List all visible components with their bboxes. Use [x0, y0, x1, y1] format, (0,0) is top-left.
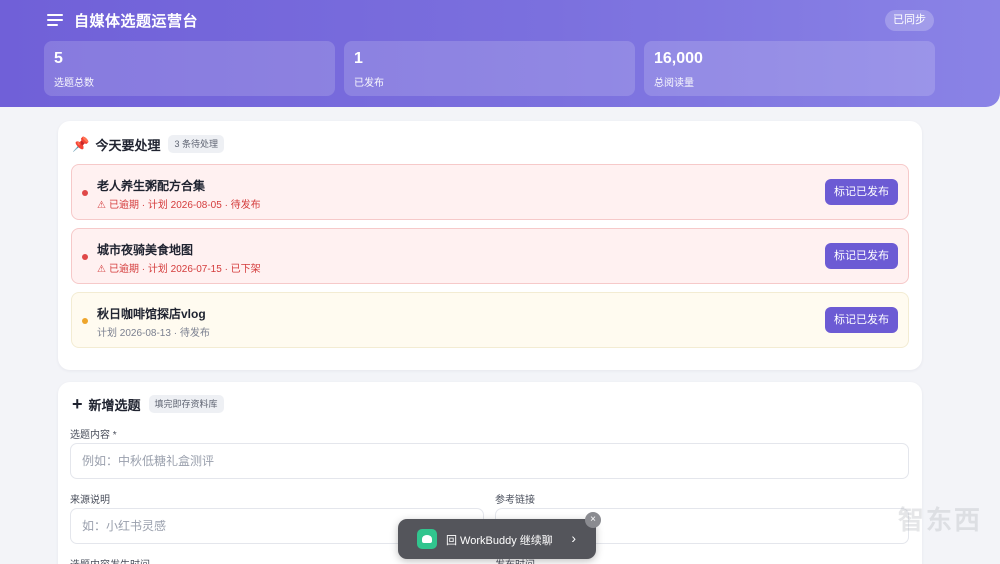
topic-content-input[interactable] — [70, 443, 909, 479]
mark-published-button[interactable]: 标记已发布 — [825, 307, 898, 333]
pending-count-badge: 3 条待处理 — [168, 135, 224, 153]
stat-card-reads: 16,000 总阅读量 — [644, 41, 935, 96]
stat-card-total: 5 选题总数 — [44, 41, 335, 96]
mark-published-button[interactable]: 标记已发布 — [825, 243, 898, 269]
stat-value: 16,000 — [654, 50, 703, 67]
warning-icon: ⚠ — [97, 200, 106, 211]
stat-card-published: 1 已发布 — [344, 41, 635, 96]
task-plan: 计划 2026-07-15 · 已下架 — [147, 264, 261, 275]
link-label: 参考链接 — [495, 495, 535, 506]
task-title: 老人养生粥配方合集 — [97, 179, 206, 193]
header-banner: 自媒体选题运营台 已同步 5 选题总数 1 已发布 16,000 总阅读量 — [0, 0, 1000, 107]
sync-status-badge: 已同步 — [885, 10, 934, 31]
pin-icon: 📌 — [72, 136, 90, 152]
task-item: 城市夜骑美食地图 ⚠ 已逾期 · 计划 2026-07-15 · 已下架 标记已发… — [71, 228, 909, 284]
plus-icon: + — [72, 394, 83, 414]
chevron-right-icon: › — [571, 530, 576, 546]
today-card-header: 📌 今天要处理 3 条待处理 — [72, 134, 224, 154]
workbuddy-logo-icon — [417, 529, 437, 549]
task-plan: 计划 2026-08-05 · 待发布 — [147, 200, 261, 211]
time-label: 选题内容发生时间 — [70, 556, 150, 564]
workbuddy-toast[interactable]: 回 WorkBuddy 继续聊 › — [398, 519, 596, 559]
source-label: 来源说明 — [70, 495, 110, 506]
task-title: 城市夜骑美食地图 — [97, 243, 194, 257]
stat-label: 已发布 — [354, 78, 384, 89]
task-meta: ⚠ 已逾期 · 计划 2026-08-05 · 待发布 — [97, 200, 261, 211]
mark-published-button[interactable]: 标记已发布 — [825, 179, 898, 205]
today-card: 📌 今天要处理 3 条待处理 老人养生粥配方合集 ⚠ 已逾期 · 计划 2026-… — [58, 121, 922, 370]
stat-label: 总阅读量 — [654, 78, 694, 89]
toast-text: 回 WorkBuddy 继续聊 — [446, 535, 553, 547]
stat-value: 5 — [54, 50, 63, 67]
today-title: 今天要处理 — [95, 137, 161, 153]
task-meta: ⚠ 已逾期 · 计划 2026-07-15 · 已下架 — [97, 264, 261, 275]
new-topic-title: 新增选题 — [88, 397, 141, 413]
task-title: 秋日咖啡馆探店vlog — [97, 307, 206, 321]
status-dot — [82, 190, 88, 196]
stat-label: 选题总数 — [54, 78, 94, 89]
task-item: 秋日咖啡馆探店vlog 计划 2026-08-13 · 待发布 标记已发布 — [71, 292, 909, 348]
warning-icon: ⚠ — [97, 264, 106, 275]
toast-close-icon[interactable]: × — [585, 512, 601, 528]
menu-icon[interactable] — [47, 14, 63, 26]
status-dot — [82, 318, 88, 324]
overdue-label: 已逾期 — [108, 264, 139, 275]
app-title: 自媒体选题运营台 — [74, 13, 199, 30]
task-plan: 计划 2026-08-13 · 待发布 — [97, 328, 210, 339]
status-dot — [82, 254, 88, 260]
content-label: 选题内容 * — [70, 430, 117, 441]
task-item: 老人养生粥配方合集 ⚠ 已逾期 · 计划 2026-08-05 · 待发布 标记已… — [71, 164, 909, 220]
new-topic-hint: 填完即存资料库 — [148, 395, 224, 413]
stat-value: 1 — [354, 50, 363, 67]
overdue-label: 已逾期 — [108, 200, 139, 211]
watermark-logo: 智东西 — [897, 505, 982, 535]
new-topic-header: + 新增选题 填完即存资料库 — [72, 394, 224, 414]
